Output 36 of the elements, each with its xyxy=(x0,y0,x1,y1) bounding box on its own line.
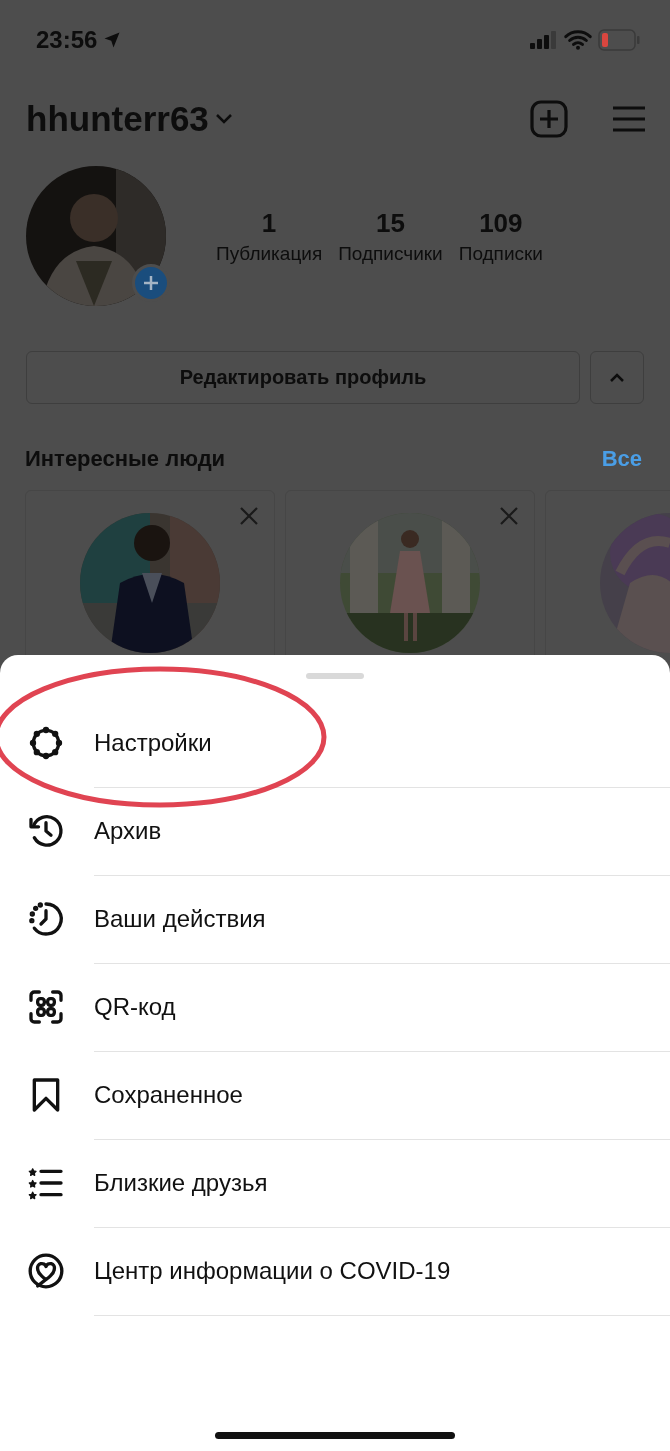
chevron-up-icon xyxy=(609,372,625,383)
stat-label[interactable]: Подписчики xyxy=(338,242,443,265)
sheet-handle[interactable] xyxy=(306,673,364,679)
collapse-button[interactable] xyxy=(590,351,644,404)
stat-count[interactable]: 1 xyxy=(261,207,277,239)
location-arrow-icon xyxy=(103,31,122,49)
stat-label[interactable]: Подписки xyxy=(458,242,543,265)
close-icon xyxy=(498,505,520,527)
menu-item[interactable]: Сохраненное xyxy=(94,1050,670,1140)
menu-item[interactable]: QR-код xyxy=(94,962,670,1052)
battery-icon xyxy=(598,29,640,51)
section-title: Интересные люди xyxy=(25,446,226,472)
chevron-down-icon[interactable] xyxy=(214,113,233,125)
plus-icon xyxy=(143,275,159,291)
menu-item[interactable]: Ваши действия xyxy=(94,874,670,964)
dismiss-button[interactable] xyxy=(498,505,520,527)
edit-profile-button[interactable]: Редактировать профиль xyxy=(26,351,580,404)
stat-count[interactable]: 109 xyxy=(479,207,523,239)
signal-icon xyxy=(530,31,558,49)
menu-item[interactable]: Близкие друзья xyxy=(94,1138,670,1228)
menu-item[interactable]: Настройки xyxy=(94,698,670,788)
heart-circle-icon xyxy=(26,1251,66,1291)
stat-label[interactable]: Публикация xyxy=(216,242,323,265)
menu-icon[interactable] xyxy=(612,105,646,133)
dismiss-button[interactable] xyxy=(238,505,260,527)
status-time: 23:56 xyxy=(36,26,98,54)
profile-username[interactable]: hhunterr63 xyxy=(26,99,209,139)
close-icon xyxy=(238,505,260,527)
menu-item[interactable]: Центр информации о COVID-19 xyxy=(94,1226,670,1316)
add-post-icon[interactable] xyxy=(530,100,568,138)
see-all-link[interactable]: Все xyxy=(601,446,642,472)
stat-count[interactable]: 15 xyxy=(376,207,405,239)
wifi-icon xyxy=(564,30,592,50)
clock-icon xyxy=(26,899,66,939)
qr-code-icon xyxy=(26,987,66,1027)
menu-item[interactable]: Архив xyxy=(94,786,670,876)
